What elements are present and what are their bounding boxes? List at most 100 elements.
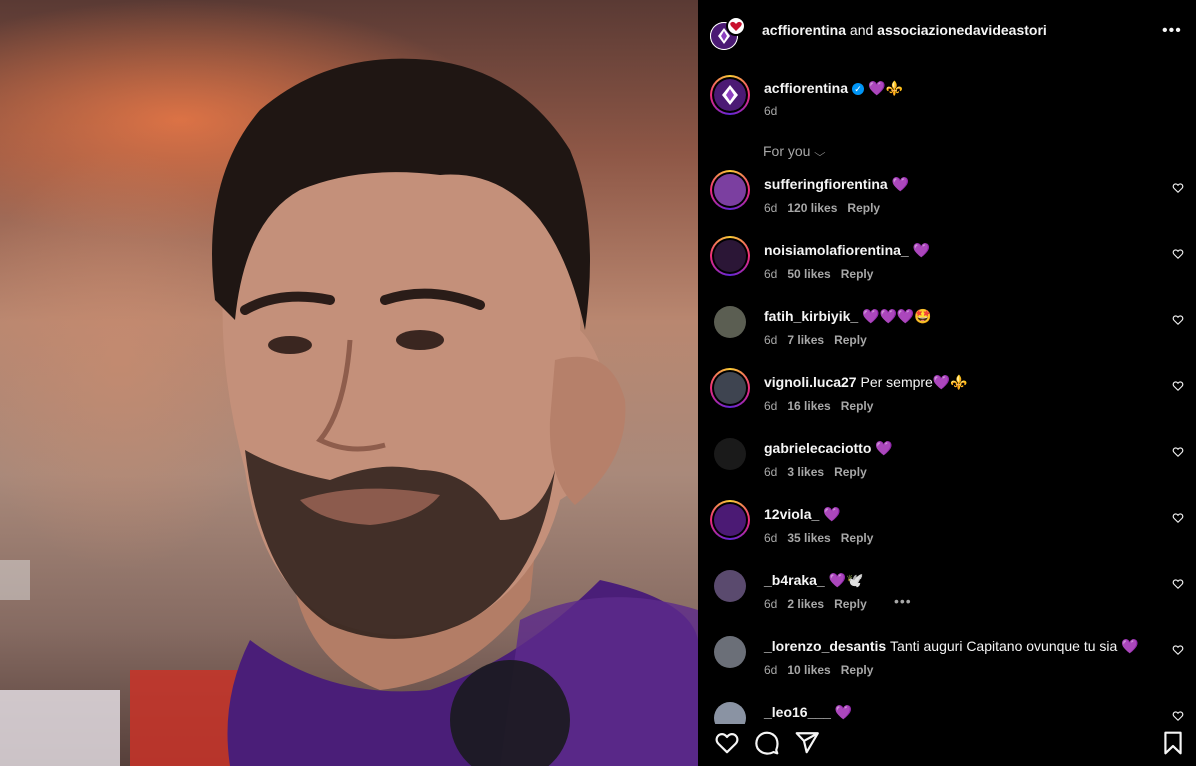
reply-button[interactable]: Reply [847, 201, 880, 215]
comment-meta: 6d 50 likes Reply [764, 267, 883, 281]
caption-avatar[interactable] [710, 75, 750, 115]
reply-button[interactable]: Reply [834, 333, 867, 347]
reply-button[interactable]: Reply [841, 267, 874, 281]
comment-username[interactable]: fatih_kirbiyik_ [764, 308, 858, 324]
like-comment-heart-icon[interactable] [1172, 446, 1184, 458]
comment-likes[interactable]: 50 likes [787, 267, 830, 281]
share-paper-plane-icon[interactable] [794, 730, 820, 756]
reply-button[interactable]: Reply [841, 399, 874, 413]
like-comment-heart-icon[interactable] [1172, 644, 1184, 656]
post-action-bar [698, 724, 1196, 766]
comment-time[interactable]: 6d [764, 267, 777, 281]
comment-meta: 6d 16 likes Reply [764, 399, 883, 413]
comment-time[interactable]: 6d [764, 663, 777, 677]
caption-time[interactable]: 6d [764, 104, 777, 118]
like-comment-heart-icon[interactable] [1172, 182, 1184, 194]
like-comment-heart-icon[interactable] [1172, 578, 1184, 590]
comment-line: vignoli.luca27 Per sempre💜⚜️ [764, 374, 968, 391]
comment-text: 💜🕊️ [828, 572, 864, 588]
comment-time[interactable]: 6d [764, 399, 777, 413]
comment-username[interactable]: vignoli.luca27 [764, 374, 857, 390]
bookmark-icon[interactable] [1160, 730, 1186, 756]
caption-line: acffiorentina ✓ 💜⚜️ [764, 80, 903, 97]
comment-likes[interactable]: 35 likes [787, 531, 830, 545]
caption-text: 💜⚜️ [868, 80, 903, 96]
comment-likes[interactable]: 16 likes [787, 399, 830, 413]
comment-row: vignoli.luca27 Per sempre💜⚜️ 6d 16 likes Re… [698, 368, 1196, 434]
reply-button[interactable]: Reply [841, 663, 874, 677]
comment-username[interactable]: sufferingfiorentina [764, 176, 888, 192]
comment-row: noisiamolafiorentina_ 💜 6d 50 likes Reply [698, 236, 1196, 302]
commenter-avatar[interactable] [710, 368, 750, 408]
fiorentina-logo-icon [714, 79, 746, 111]
post-header-names: acffiorentina and associazionedavideasto… [762, 22, 1047, 38]
like-comment-heart-icon[interactable] [1172, 380, 1184, 392]
chevron-down-icon: ⌵ [814, 148, 826, 159]
comment-time[interactable]: 6d [764, 597, 777, 611]
verified-badge-icon: ✓ [852, 83, 865, 96]
caption-username[interactable]: acffiorentina [764, 80, 848, 96]
comment-meta: 6d 120 likes Reply [764, 201, 890, 215]
commenter-avatar[interactable] [710, 500, 750, 540]
reply-button[interactable]: Reply [834, 597, 867, 611]
comment-likes[interactable]: 3 likes [787, 465, 824, 479]
post-side-panel: acffiorentina and associazionedavideasto… [698, 0, 1196, 766]
comment-meta: 6d 35 likes Reply [764, 531, 883, 545]
comment-likes[interactable]: 120 likes [787, 201, 837, 215]
comment-row: _lorenzo_desantis Tanti auguri Capitano … [698, 632, 1196, 698]
comment-text: Per sempre💜⚜️ [860, 374, 968, 390]
heart-logo-icon [730, 21, 742, 31]
reply-button[interactable]: Reply [834, 465, 867, 479]
comment-sort-dropdown[interactable]: For you ⌵ [763, 143, 826, 159]
like-comment-heart-icon[interactable] [1172, 710, 1184, 722]
comment-row: _b4raka_ 💜🕊️ 6d 2 likes Reply ••• [698, 566, 1196, 632]
comment-line: _lorenzo_desantis Tanti auguri Capitano … [764, 638, 1139, 655]
comment-username[interactable]: _lorenzo_desantis [764, 638, 886, 654]
reply-button[interactable]: Reply [841, 531, 874, 545]
comment-time[interactable]: 6d [764, 531, 777, 545]
comment-line: sufferingfiorentina 💜 [764, 176, 909, 193]
comment-meta: 6d 3 likes Reply [764, 465, 877, 479]
comment-username[interactable]: 12viola_ [764, 506, 819, 522]
comment-likes[interactable]: 2 likes [787, 597, 824, 611]
comment-text: 💜 [875, 440, 893, 456]
like-comment-heart-icon[interactable] [1172, 314, 1184, 326]
like-comment-heart-icon[interactable] [1172, 248, 1184, 260]
comment-text: 💜 [834, 704, 853, 720]
comment-row: 12viola_ 💜 6d 35 likes Reply [698, 500, 1196, 566]
commenter-avatar[interactable] [710, 170, 750, 210]
comment-meta: 6d 7 likes Reply [764, 333, 877, 347]
comment-sort-label: For you [763, 143, 811, 159]
commenter-avatar[interactable] [714, 306, 746, 338]
like-comment-heart-icon[interactable] [1172, 512, 1184, 524]
comment-username[interactable]: noisiamolafiorentina_ [764, 242, 909, 258]
collaborator-username[interactable]: associazionedavideastori [877, 22, 1047, 38]
comment-line: gabrielecaciotto 💜 [764, 440, 893, 457]
comment-line: _b4raka_ 💜🕊️ [764, 572, 863, 589]
collaborator-avatar[interactable] [726, 16, 746, 36]
commenter-avatar[interactable] [714, 570, 746, 602]
commenter-avatar[interactable] [714, 636, 746, 668]
comment-username[interactable]: gabrielecaciotto [764, 440, 871, 456]
comment-username[interactable]: _b4raka_ [764, 572, 825, 588]
comment-row: fatih_kirbiyik_ 💜💜💜🤩 6d 7 likes Reply [698, 302, 1196, 368]
comment-time[interactable]: 6d [764, 465, 777, 479]
comment-time[interactable]: 6d [764, 333, 777, 347]
comment-line: 12viola_ 💜 [764, 506, 841, 523]
comment-more-icon[interactable]: ••• [894, 593, 912, 609]
comment-time[interactable]: 6d [764, 201, 777, 215]
comment-text: 💜 [891, 176, 909, 192]
comment-username[interactable]: _leo16___ [764, 704, 831, 720]
post-photo[interactable] [0, 0, 698, 766]
heart-outline-icon[interactable] [714, 730, 740, 756]
comment-text: 💜 [912, 242, 931, 258]
comment-row: gabrielecaciotto 💜 6d 3 likes Reply [698, 434, 1196, 500]
commenter-avatar[interactable] [710, 236, 750, 276]
comment-bubble-icon[interactable] [754, 730, 780, 756]
owner-username[interactable]: acffiorentina [762, 22, 846, 38]
comment-likes[interactable]: 10 likes [787, 663, 830, 677]
comment-likes[interactable]: 7 likes [787, 333, 824, 347]
more-options-icon[interactable]: ••• [1162, 22, 1182, 40]
header-joiner: and [849, 22, 874, 38]
commenter-avatar[interactable] [714, 438, 746, 470]
